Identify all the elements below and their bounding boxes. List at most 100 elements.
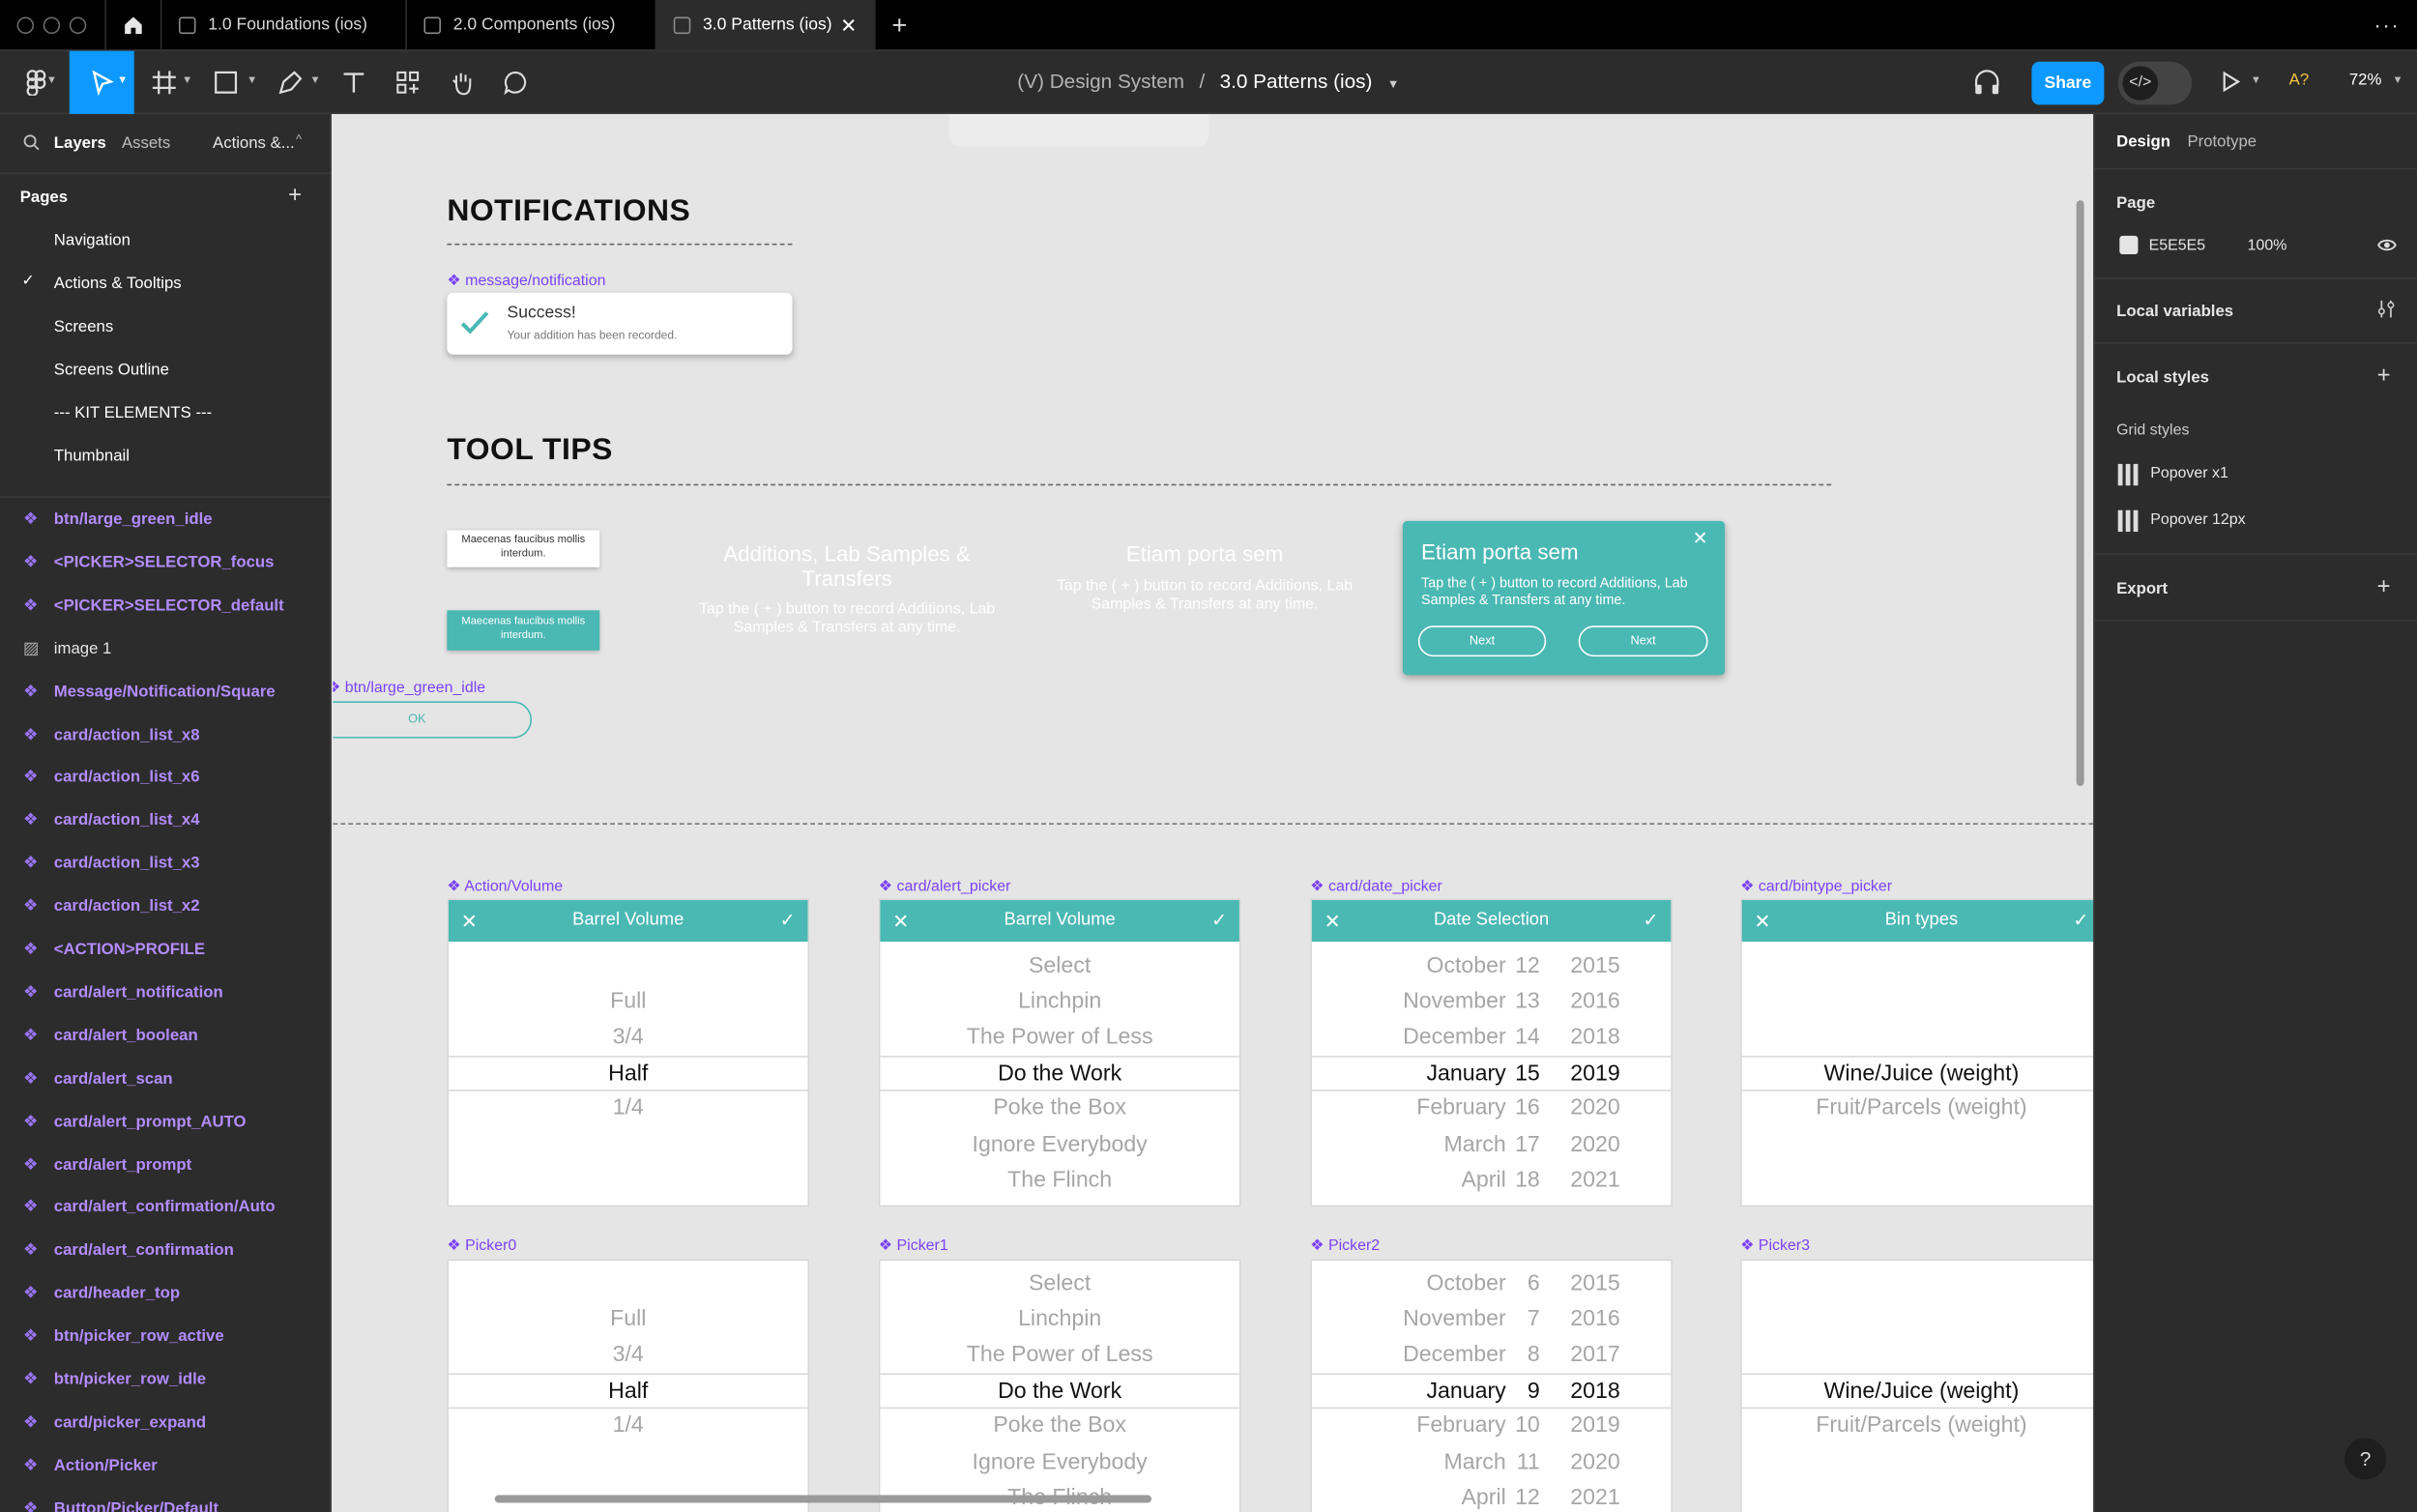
close-icon[interactable]: ✕ — [1754, 900, 1770, 942]
canvas[interactable]: NOTIFICATIONS ❖ message/notification Suc… — [333, 113, 2094, 1512]
picker-row[interactable]: Ignore Everybody — [880, 1445, 1238, 1481]
eye-icon[interactable] — [2377, 238, 2398, 253]
component-label[interactable]: ❖ Picker3 — [1740, 1237, 1810, 1255]
popover-tooltip[interactable]: Etiam porta sem ✕ Tap the ( + ) button t… — [1402, 520, 1726, 676]
search-icon[interactable] — [23, 134, 41, 152]
check-icon[interactable]: ✓ — [1211, 900, 1227, 942]
layer-item[interactable]: ❖ Message/Notification/Square — [0, 681, 330, 712]
grid-style-item[interactable]: Popover 12px — [2150, 511, 2245, 529]
picker-card[interactable]: Full 3/4 Half 1/4 — [447, 1259, 810, 1512]
check-icon[interactable]: ✓ — [1644, 900, 1659, 942]
page-item[interactable]: Screens Outline — [54, 361, 169, 379]
picker-row[interactable]: April 18 2021 — [1312, 1163, 1671, 1199]
present-button[interactable] — [2220, 71, 2241, 100]
window-maximize-control[interactable] — [69, 16, 87, 35]
picker-row[interactable]: January 15 2019 — [1311, 1056, 1672, 1092]
picker-row[interactable] — [1742, 1163, 2094, 1199]
picker-row[interactable]: December 14 2018 — [1312, 1021, 1671, 1057]
shape-tool[interactable] — [199, 51, 251, 114]
layer-item[interactable]: ❖ card/picker_expand — [0, 1411, 330, 1442]
add-page-icon[interactable]: + — [288, 182, 302, 208]
picker-row[interactable]: 1/4 — [449, 1410, 807, 1445]
page-item[interactable]: Navigation — [54, 231, 131, 249]
check-icon[interactable]: ✓ — [2073, 900, 2088, 942]
layer-item[interactable]: ❖ card/alert_notification — [0, 981, 330, 1012]
picker-row[interactable]: March 17 2020 — [1312, 1127, 1671, 1163]
picker-row[interactable]: Half — [448, 1056, 808, 1092]
local-variables-title[interactable]: Local variables — [2116, 302, 2233, 320]
layer-item[interactable]: ❖ card/alert_boolean — [0, 1025, 330, 1056]
layer-item[interactable]: ❖ Button/Picker/Default — [0, 1497, 330, 1512]
component-label[interactable]: ❖ Picker1 — [879, 1237, 948, 1255]
tab-layers[interactable]: Layers — [54, 134, 106, 153]
layer-item[interactable]: ❖ card/action_list_x2 — [0, 895, 330, 926]
picker-card[interactable]: Wine/Juice (weight) Fruit/Parcels (weight… — [1740, 1259, 2094, 1512]
picker-row[interactable] — [1742, 1127, 2094, 1163]
picker-card[interactable]: ✕ Date Selection ✓ October 12 2015 November 13 2… — [1310, 898, 1673, 1207]
picker-row[interactable]: Wine/Juice (weight) — [1741, 1056, 2094, 1092]
window-minimize-control[interactable] — [43, 16, 61, 35]
picker-card[interactable]: ✕ Bin types ✓ Wine/Juice (weight) Fruit/Parc… — [1740, 898, 2094, 1207]
picker-row[interactable]: February 10 2019 — [1312, 1410, 1671, 1445]
component-label[interactable]: ❖ Picker2 — [1310, 1237, 1380, 1255]
headphones-icon[interactable] — [1973, 70, 2001, 103]
share-button[interactable]: Share — [2031, 61, 2105, 105]
tooltip-small[interactable]: Maecenas faucibus mollis interdum. — [447, 530, 600, 567]
layer-item[interactable]: ▨ image 1 — [0, 638, 330, 669]
help-button[interactable]: ? — [2344, 1438, 2387, 1480]
picker-card[interactable]: Select Linchpin The Power of Less Do the Wo… — [878, 1259, 1241, 1512]
page-color-swatch[interactable] — [2119, 235, 2139, 255]
tooltip-small-accent[interactable]: Maecenas faucibus mollis interdum. — [447, 610, 600, 651]
home-tab[interactable] — [104, 0, 160, 51]
picker-row[interactable]: Full — [449, 1302, 807, 1338]
picker-row[interactable]: March 11 2020 — [1312, 1445, 1671, 1481]
component-label[interactable]: ❖ card/date_picker — [1310, 879, 1442, 896]
picker-row[interactable]: Ignore Everybody — [880, 1127, 1238, 1163]
close-icon[interactable]: ✕ — [892, 900, 909, 942]
layer-item[interactable]: ❖ Action/Picker — [0, 1455, 330, 1486]
component-label[interactable]: ❖ card/alert_picker — [879, 879, 1011, 896]
picker-row[interactable]: April 12 2021 — [1312, 1480, 1671, 1512]
layer-item[interactable]: ❖ card/alert_scan — [0, 1067, 330, 1098]
close-icon[interactable]: ✕ — [1693, 527, 1708, 548]
hand-tool[interactable] — [435, 51, 487, 114]
new-tab-button[interactable]: + — [874, 0, 923, 51]
dev-mode-toggle[interactable]: </> — [2117, 61, 2193, 105]
ok-button[interactable]: OK — [333, 701, 533, 739]
component-label[interactable]: ❖ btn/large_green_idle — [333, 680, 485, 697]
tab-prototype[interactable]: Prototype — [2187, 132, 2257, 151]
layer-item[interactable]: ❖ btn/picker_row_idle — [0, 1369, 330, 1400]
component-label[interactable]: ❖ Picker0 — [447, 1237, 516, 1255]
picker-row[interactable]: January 9 2018 — [1311, 1373, 1672, 1410]
picker-row[interactable]: February 16 2020 — [1312, 1091, 1671, 1127]
tab-assets[interactable]: Assets — [122, 134, 170, 153]
picker-row[interactable] — [1742, 949, 2094, 985]
chevron-down-icon[interactable]: ▼ — [247, 75, 257, 86]
layer-item[interactable]: ❖ card/alert_prompt — [0, 1153, 330, 1184]
picker-row[interactable] — [449, 949, 807, 985]
grid-style-item[interactable]: Popover x1 — [2150, 465, 2228, 482]
picker-row[interactable]: The Power of Less — [880, 1338, 1238, 1374]
component-label[interactable]: ❖ Action/Volume — [447, 879, 563, 896]
picker-row[interactable] — [1742, 1021, 2094, 1057]
picker-row[interactable]: Half — [448, 1373, 808, 1410]
picker-row[interactable] — [1742, 1480, 2094, 1512]
picker-row[interactable]: Do the Work — [880, 1373, 1239, 1410]
horizontal-scrollbar[interactable] — [494, 1495, 1152, 1503]
picker-row[interactable]: December 8 2017 — [1312, 1338, 1671, 1374]
picker-row[interactable]: Full — [449, 985, 807, 1021]
layer-item[interactable]: ❖ <PICKER>SELECTOR_default — [0, 595, 330, 625]
project-name[interactable]: (V) Design System — [1017, 70, 1184, 93]
picker-card[interactable]: ✕ Barrel Volume ✓ Full 3/4 Half 1/4 — [447, 898, 810, 1207]
window-close-control[interactable] — [16, 16, 35, 35]
tab-foundations[interactable]: 1.0 Foundations (ios) — [160, 0, 406, 51]
layer-item[interactable]: ❖ <ACTION>PROFILE — [0, 939, 330, 970]
tab-design[interactable]: Design — [2116, 132, 2170, 151]
add-style-icon[interactable]: + — [2377, 363, 2391, 389]
page-item[interactable]: Screens — [54, 317, 113, 335]
notification-card[interactable]: Success! Your addition has been recorded… — [447, 292, 793, 355]
picker-row[interactable] — [1742, 1445, 2094, 1481]
page-color-value[interactable]: E5E5E5 — [2149, 238, 2206, 255]
add-export-icon[interactable]: + — [2377, 573, 2391, 599]
picker-row[interactable]: Select — [880, 949, 1238, 985]
